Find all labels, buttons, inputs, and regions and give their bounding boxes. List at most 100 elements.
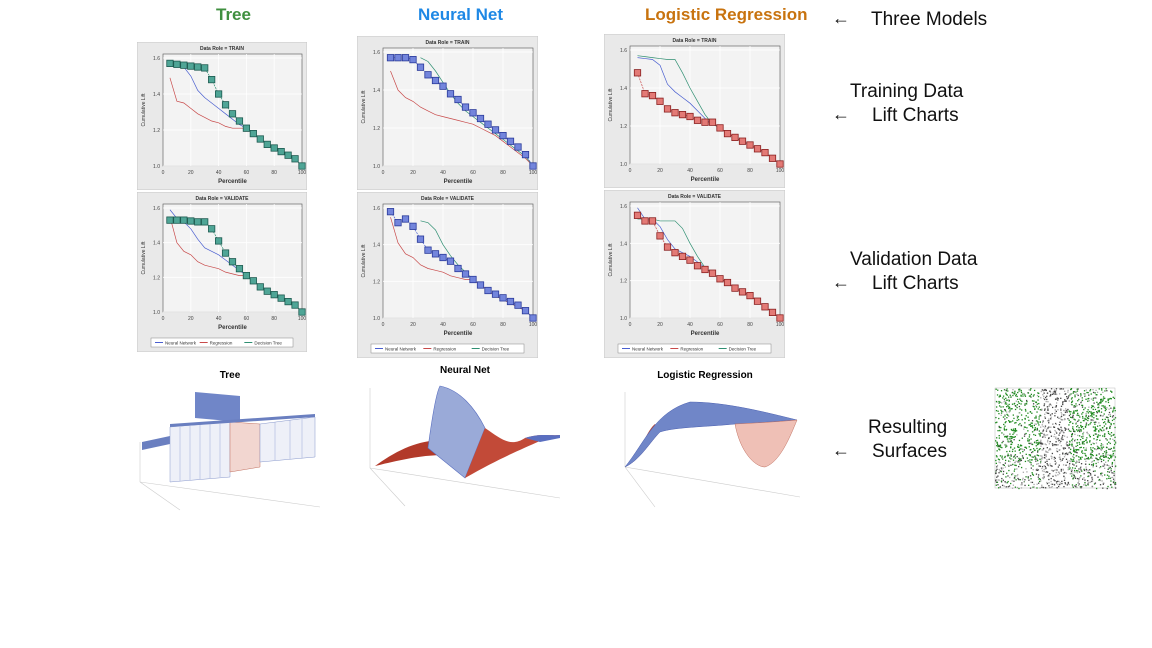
data-point-regression [761, 149, 769, 157]
scatter-point [1021, 479, 1024, 481]
scatter-point [1088, 481, 1090, 484]
scatter-point [1048, 422, 1050, 424]
scatter-point [1015, 479, 1017, 481]
scatter-point [1098, 478, 1101, 481]
scatter-point [1049, 429, 1051, 432]
legend-label-neural: Neural Network [385, 347, 417, 352]
data-point-regression [746, 292, 754, 300]
scatter-point [1064, 411, 1067, 414]
scatter-point [1053, 458, 1055, 461]
scatter-point [1058, 434, 1060, 436]
scatter-point [1050, 393, 1052, 396]
scatter-point [1054, 392, 1056, 395]
scatter-point [1089, 390, 1091, 392]
scatter-point [1086, 431, 1088, 434]
scatter-point [998, 448, 1000, 451]
y-axis-label: Cumulative Lift [141, 241, 147, 275]
scatter-point [1066, 461, 1069, 464]
scatter-point [1081, 413, 1083, 415]
scatter-point [1054, 444, 1056, 447]
scatter-point [1080, 466, 1082, 468]
scatter-point [1034, 457, 1037, 459]
scatter-point [1078, 435, 1081, 437]
surfaces-label-2: Surfaces [872, 441, 947, 462]
scatter-point [1014, 486, 1017, 488]
scatter-point [1103, 425, 1106, 427]
data-point-regression [753, 145, 762, 153]
scatter-point [1050, 477, 1052, 480]
scatter-point [1054, 480, 1056, 482]
scatter-point [1020, 403, 1022, 405]
scatter-point [1083, 473, 1085, 475]
scatter-point [1079, 476, 1081, 479]
scatter-point [1019, 452, 1021, 454]
scatter-point [1063, 448, 1065, 450]
scatter-point [1079, 429, 1081, 431]
scatter-point [1004, 456, 1006, 459]
scatter-point [1040, 441, 1042, 443]
scatter-point [1071, 441, 1073, 443]
data-point-neural [424, 71, 432, 79]
data-point-tree [194, 63, 202, 71]
scatter-point [1024, 418, 1026, 420]
scatter-point [1062, 452, 1064, 454]
scatter-point [1004, 459, 1007, 462]
scatter-point [1084, 452, 1086, 455]
scatter-point [1101, 472, 1104, 474]
data-point-neural [416, 235, 425, 243]
lift-chart-logistic-train: Data Role = TRAIN0 20 40 60 80 1001.01.21.41.… [604, 34, 785, 188]
scatter-point [1018, 439, 1021, 442]
scatter-point [1056, 447, 1058, 450]
scatter-point [1079, 447, 1081, 449]
scatter-point [1092, 464, 1094, 467]
scatter-point [1091, 476, 1093, 479]
x-tick-label: 80 [500, 170, 506, 176]
scatter-point [1029, 475, 1032, 477]
data-point-regression [701, 118, 709, 126]
scatter-point [1110, 398, 1112, 400]
scatter-point [1033, 389, 1036, 392]
scatter-point [1020, 445, 1023, 447]
scatter-point [1014, 390, 1016, 392]
lift-chart-logistic-validate: Data Role = VALIDATE0 20 40 60 80 1001.01.21.… [604, 190, 785, 358]
scatter-point [1111, 419, 1114, 422]
scatter-point [1059, 482, 1061, 484]
scatter-point [1058, 439, 1060, 441]
scatter-point [996, 481, 999, 483]
scatter-point [995, 462, 997, 464]
scatter-point [1028, 479, 1030, 481]
scatter-point [1024, 403, 1026, 405]
data-point-regression [671, 249, 679, 257]
scatter-point [1042, 429, 1045, 431]
x-tick-label: 60 [470, 170, 476, 176]
y-tick-label: 1.0 [153, 164, 160, 170]
scatter-point [1101, 475, 1103, 477]
scatter-point [1108, 398, 1111, 400]
scatter-point [1081, 397, 1083, 399]
data-point-tree [242, 272, 250, 280]
scatter-point [1003, 464, 1005, 466]
scatter-point [1017, 398, 1019, 401]
scatter-point [1085, 466, 1087, 468]
scatter-point [1065, 458, 1068, 460]
scatter-point [997, 389, 999, 391]
data-point-tree [201, 64, 209, 72]
scatter-point [1102, 435, 1104, 437]
scatter-point [1044, 413, 1046, 416]
y-tick-label: 1.2 [153, 128, 160, 134]
scatter-point [1056, 438, 1058, 441]
scatter-point [1022, 471, 1025, 473]
scatter-point [996, 443, 999, 446]
scatter-point [1095, 487, 1098, 490]
scatter-point [1016, 468, 1018, 470]
scatter-point [1077, 470, 1079, 472]
scatter-point [1077, 434, 1079, 437]
scatter-point [1025, 410, 1027, 412]
scatter-point [1021, 437, 1023, 439]
x-tick-label: 40 [687, 168, 693, 174]
scatter-point [999, 395, 1001, 397]
scatter-point [1055, 406, 1057, 408]
scatter-point [995, 440, 997, 442]
data-point-neural [446, 257, 455, 265]
scatter-point [1085, 389, 1087, 391]
